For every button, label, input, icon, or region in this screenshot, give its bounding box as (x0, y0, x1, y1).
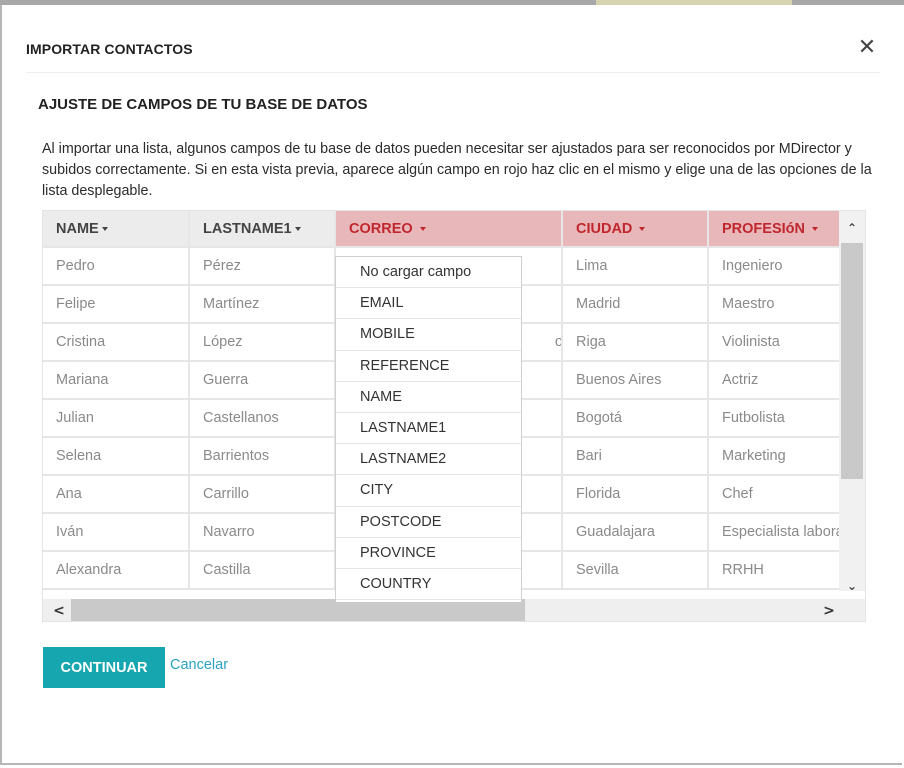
import-contacts-dialog: IMPORTAR CONTACTOS ✕ AJUSTE DE CAMPOS DE… (0, 5, 902, 765)
caret-down-icon (639, 226, 646, 231)
cell-name: Cristina (43, 323, 190, 362)
cell-name: Julian (43, 399, 190, 438)
dropdown-option[interactable]: COUNTRY (336, 569, 521, 601)
cell-name: Pedro (43, 247, 190, 286)
close-icon[interactable]: ✕ (854, 35, 880, 61)
cell-profesion: Chef (708, 475, 849, 514)
column-header-label: NAME (56, 220, 99, 237)
vertical-scrollbar[interactable]: ⌃ ⌄ (839, 211, 865, 593)
column-header-label: CORREO (349, 220, 413, 237)
cell-ciudad: Riga (562, 323, 709, 362)
cell-lastname1: Barrientos (189, 437, 336, 476)
cell-lastname1: Castilla (189, 551, 336, 590)
cell-lastname1: Pérez (189, 247, 336, 286)
scroll-up-icon[interactable]: ⌃ (839, 215, 865, 241)
dropdown-option[interactable]: CITY (336, 475, 521, 507)
dropdown-option[interactable]: POSTCODE (336, 507, 521, 538)
caret-down-icon (294, 226, 301, 231)
cell-name: Selena (43, 437, 190, 476)
dropdown-option[interactable]: No cargar campo (336, 257, 521, 289)
cell-ciudad: Lima (562, 247, 709, 286)
cell-lastname1: Carrillo (189, 475, 336, 514)
dropdown-option[interactable]: PROVINCE (336, 538, 521, 569)
cell-lastname1: Martínez (189, 285, 336, 324)
dropdown-option[interactable]: REFERENCE (336, 351, 521, 382)
cell-ciudad: Bari (562, 437, 709, 476)
cell-ciudad: Madrid (562, 285, 709, 324)
cell-ciudad: Sevilla (562, 551, 709, 590)
dropdown-option[interactable]: NAME (336, 382, 521, 413)
column-header-lastname1[interactable]: LASTNAME1 (189, 211, 336, 248)
scroll-down-icon[interactable]: ⌄ (839, 573, 865, 599)
cell-profesion: Maestro (708, 285, 849, 324)
cancel-link[interactable]: Cancelar (170, 657, 228, 673)
cell-name: Mariana (43, 361, 190, 400)
column-header-name[interactable]: NAME (43, 211, 190, 248)
column-header-label: PROFESIóN (722, 220, 805, 237)
dialog-title: IMPORTAR CONTACTOS (26, 41, 193, 57)
scroll-right-icon[interactable]: > (817, 599, 841, 621)
cell-name: Ana (43, 475, 190, 514)
cell-ciudad: Guadalajara (562, 513, 709, 552)
scroll-left-icon[interactable]: < (47, 599, 71, 621)
cell-name: Iván (43, 513, 190, 552)
column-header-correo[interactable]: CORREO (335, 211, 563, 248)
caret-down-icon (101, 226, 108, 231)
horizontal-scrollbar[interactable]: < > (43, 599, 865, 621)
cell-name: Alexandra (43, 551, 190, 590)
cell-ciudad: Florida (562, 475, 709, 514)
cell-name: Felipe (43, 285, 190, 324)
cell-profesion: Marketing (708, 437, 849, 476)
horizontal-scroll-thumb[interactable] (71, 599, 525, 621)
column-header-label: CIUDAD (576, 220, 633, 237)
dropdown-option[interactable]: LASTNAME1 (336, 413, 521, 445)
description-text: Al importar una lista, algunos campos de… (42, 141, 872, 199)
cell-ciudad: Buenos Aires (562, 361, 709, 400)
column-header-profesion[interactable]: PROFESIóN (708, 211, 849, 248)
cell-profesion: Actriz (708, 361, 849, 400)
caret-down-icon (419, 226, 426, 231)
cell-lastname1: Castellanos (189, 399, 336, 438)
cell-lastname1: Navarro (189, 513, 336, 552)
header-row: NAME LASTNAME1 CORREO CIUDAD PROFESIóN (43, 211, 849, 248)
cell-lastname1: López (189, 323, 336, 362)
column-header-ciudad[interactable]: CIUDAD (562, 211, 709, 248)
dropdown-option[interactable]: LASTNAME2 (336, 444, 521, 476)
section-title: AJUSTE DE CAMPOS DE TU BASE DE DATOS (38, 96, 368, 113)
caret-down-icon (811, 226, 818, 231)
continue-button[interactable]: CONTINUAR (43, 647, 165, 688)
cell-profesion: Violinista (708, 323, 849, 362)
dropdown-option[interactable]: EMAIL (336, 288, 521, 320)
cell-profesion: Especialista laboral (708, 513, 849, 552)
column-header-label: LASTNAME1 (203, 220, 292, 237)
cell-ciudad: Bogotá (562, 399, 709, 438)
cell-profesion: RRHH (708, 551, 849, 590)
cell-profesion: Ingeniero (708, 247, 849, 286)
cell-lastname1: Guerra (189, 361, 336, 400)
cell-profesion: Futbolista (708, 399, 849, 438)
vertical-scroll-thumb[interactable] (841, 243, 863, 479)
field-type-dropdown[interactable]: No cargar campo EMAIL MOBILE REFERENCE NAME L… (335, 256, 522, 602)
title-divider (26, 72, 880, 73)
dropdown-option[interactable]: MOBILE (336, 319, 521, 351)
